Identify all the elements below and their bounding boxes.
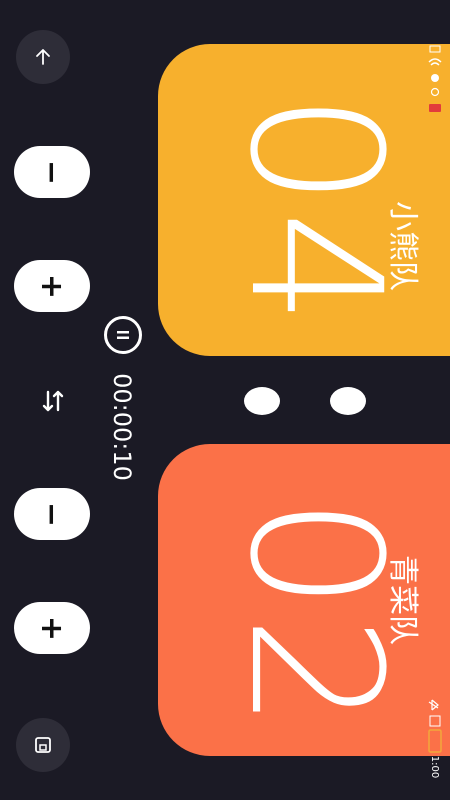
team-b-plus-button[interactable]: +	[14, 602, 90, 654]
team-b-minus-button[interactable]: −	[14, 488, 90, 540]
save-button[interactable]	[16, 718, 70, 772]
status-icons-top	[424, 44, 446, 116]
scroll-top-button[interactable]	[16, 30, 70, 84]
swap-arrows-icon	[42, 390, 64, 412]
pause-icon	[117, 331, 129, 339]
team-b-card[interactable]: 02 青菜队	[158, 444, 450, 756]
team-a-score: 04	[210, 92, 419, 330]
timer-display: 00:00:10	[108, 373, 136, 481]
status-icons	[428, 45, 442, 112]
separator-dot	[244, 387, 280, 415]
timer-pause-button[interactable]	[104, 316, 142, 354]
separator-dot	[330, 387, 366, 415]
arrow-up-icon	[36, 49, 50, 65]
team-a-minus-button[interactable]: −	[14, 146, 90, 198]
team-b-score: 02	[210, 496, 419, 734]
swap-teams-button[interactable]	[38, 386, 68, 416]
save-icon	[35, 737, 51, 753]
team-b-name: 青菜队	[385, 555, 420, 645]
team-a-card[interactable]: 04 小熊队	[158, 44, 450, 356]
status-time: 1:00	[429, 755, 440, 779]
team-a-name: 小熊队	[385, 201, 420, 291]
team-a-plus-button[interactable]: +	[14, 260, 90, 312]
